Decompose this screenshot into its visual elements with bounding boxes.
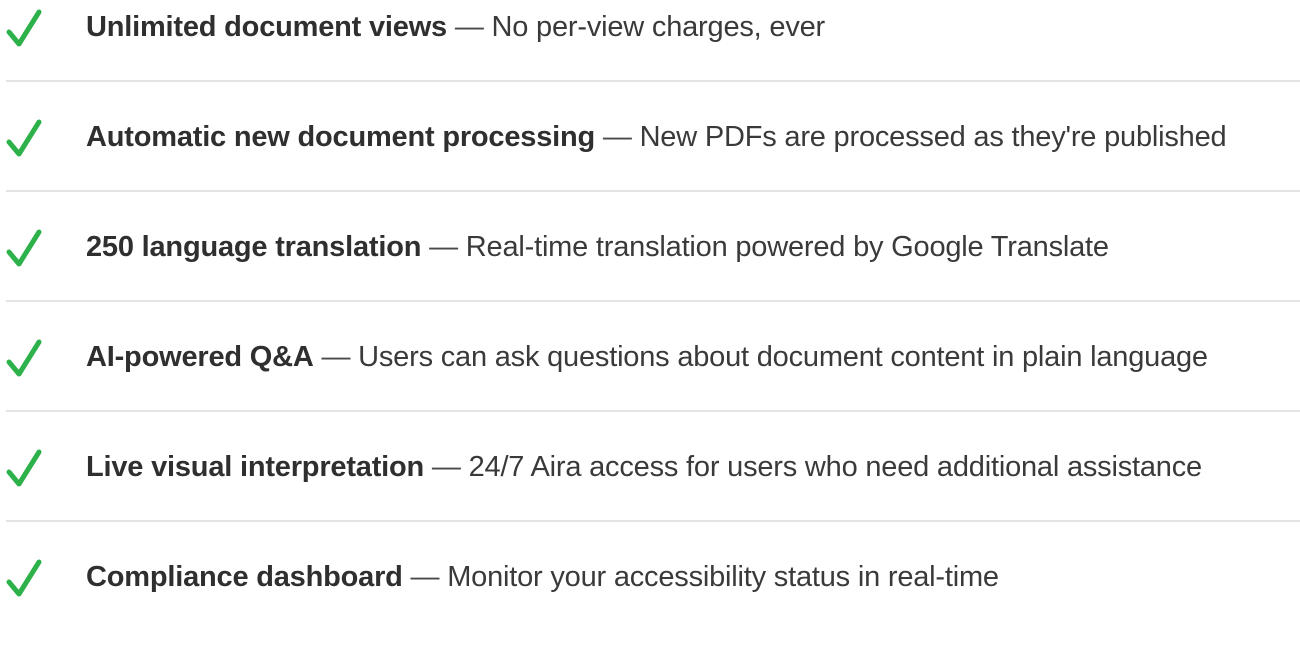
feature-text: 250 language translation — Real-time tra… xyxy=(86,220,1109,274)
feature-item-translation: 250 language translation — Real-time tra… xyxy=(0,220,1300,330)
feature-description: Users can ask questions about document c… xyxy=(358,341,1208,373)
feature-item-auto-processing: Automatic new document processing — New … xyxy=(0,110,1300,220)
feature-list: Unlimited document views — No per-view c… xyxy=(0,0,1300,660)
feature-title: AI-powered Q&A xyxy=(86,341,314,373)
feature-description: New PDFs are processed as they're publis… xyxy=(639,121,1227,153)
feature-text: Compliance dashboard — Monitor your acce… xyxy=(86,550,999,604)
feature-separator: — xyxy=(410,561,440,593)
feature-separator: — xyxy=(321,341,351,373)
feature-separator: — xyxy=(429,231,458,263)
check-icon xyxy=(6,119,42,157)
feature-separator: — xyxy=(454,11,484,43)
feature-title: 250 language translation xyxy=(86,231,422,263)
feature-separator: — xyxy=(431,451,461,483)
check-icon xyxy=(6,449,42,487)
feature-separator: — xyxy=(602,121,632,153)
feature-item-unlimited-views: Unlimited document views — No per-view c… xyxy=(0,0,1300,110)
divider xyxy=(6,300,1300,302)
feature-text: AI-powered Q&A — Users can ask questions… xyxy=(86,330,1208,384)
feature-item-ai-qa: AI-powered Q&A — Users can ask questions… xyxy=(0,330,1300,440)
feature-text: Unlimited document views — No per-view c… xyxy=(86,0,825,54)
feature-description: No per-view charges, ever xyxy=(491,11,826,43)
divider xyxy=(6,80,1300,82)
feature-title: Automatic new document processing xyxy=(86,121,596,153)
feature-description: Real-time translation powered by Google … xyxy=(465,231,1109,263)
divider xyxy=(6,410,1300,412)
feature-title: Live visual interpretation xyxy=(86,451,425,483)
feature-title: Unlimited document views xyxy=(86,11,447,43)
check-icon xyxy=(6,9,42,47)
feature-text: Live visual interpretation — 24/7 Aira a… xyxy=(86,440,1202,494)
check-icon xyxy=(6,559,42,597)
feature-description: 24/7 Aira access for users who need addi… xyxy=(468,451,1203,483)
divider xyxy=(6,190,1300,192)
feature-text: Automatic new document processing — New … xyxy=(86,110,1227,164)
check-icon xyxy=(6,229,42,267)
feature-item-compliance-dashboard: Compliance dashboard — Monitor your acce… xyxy=(0,550,1300,660)
divider xyxy=(6,520,1300,522)
feature-description: Monitor your accessibility status in rea… xyxy=(447,561,999,593)
feature-title: Compliance dashboard xyxy=(86,561,403,593)
feature-item-visual-interpretation: Live visual interpretation — 24/7 Aira a… xyxy=(0,440,1300,550)
check-icon xyxy=(6,339,42,377)
